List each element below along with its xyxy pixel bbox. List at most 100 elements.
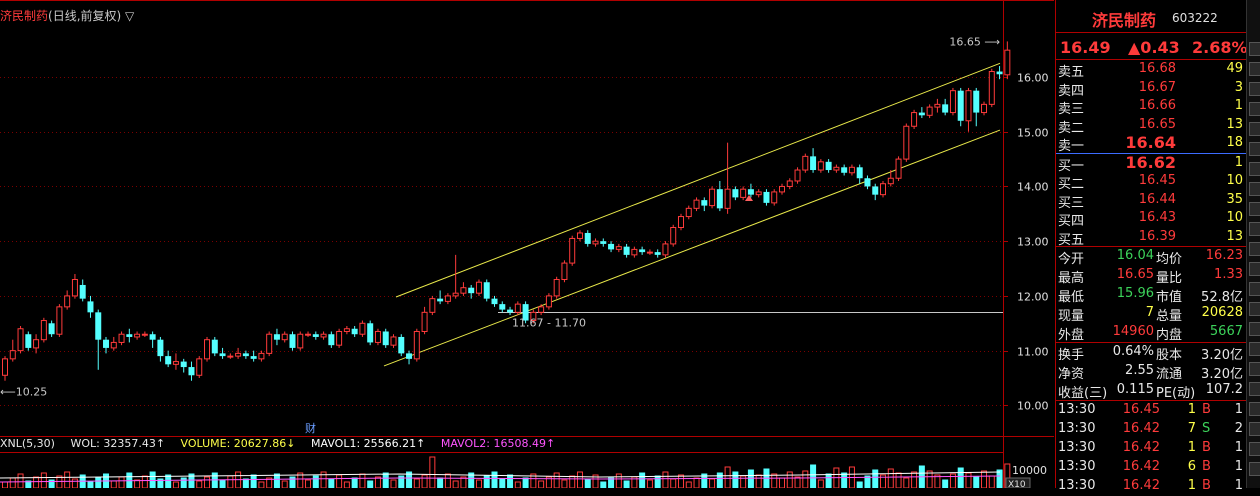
volume-bar	[646, 479, 653, 488]
toolbar-button[interactable]	[1249, 142, 1260, 156]
stock-name-label: 济民制药	[0, 9, 49, 23]
tick-list[interactable]: 13:30 16.45 1 B 1 13:30 16.42 7 S 2 13:30 16.42 1 B…	[1056, 401, 1247, 496]
candle-body	[732, 189, 739, 198]
tick-side: S	[1202, 421, 1211, 436]
ask-label: 卖五	[1058, 65, 1085, 80]
volume-bar	[483, 475, 490, 488]
toolbar-button[interactable]	[1249, 82, 1260, 96]
range-label: 11.67 - 11.70	[512, 317, 586, 330]
toolbar-button[interactable]	[1249, 262, 1260, 276]
toolbar-button[interactable]	[1249, 282, 1260, 296]
candle-body	[64, 295, 71, 308]
candle-body	[211, 339, 218, 354]
toolbar-button[interactable]	[1249, 302, 1260, 316]
candle-body	[786, 180, 793, 187]
candle-body	[747, 189, 754, 195]
stat-value: 107.2	[1205, 382, 1243, 397]
ask-row-4: 卖四 16.67 3	[1056, 79, 1247, 99]
volume-bar	[802, 470, 809, 488]
stat-label: 最低	[1058, 290, 1085, 305]
volume-bar	[724, 466, 731, 488]
volume-bar	[196, 480, 203, 488]
toolbar-button[interactable]	[1249, 322, 1260, 336]
mode-dropdown-icon[interactable]: ▽	[125, 9, 134, 23]
volume-bar	[685, 481, 692, 488]
toolbar-button[interactable]	[1249, 182, 1260, 196]
toolbar-button[interactable]	[1249, 122, 1260, 136]
stat-value: 20628	[1201, 305, 1243, 320]
toolbar-button[interactable]	[1249, 42, 1260, 56]
tick-price: 16.42	[1122, 478, 1160, 493]
stat-value: 3.20亿	[1201, 367, 1243, 382]
toolbar-button[interactable]	[1249, 222, 1260, 236]
stat-label: 最高	[1058, 271, 1085, 286]
volume-bar	[981, 470, 988, 488]
candle-body	[740, 188, 747, 198]
toolbar-button[interactable]	[1249, 202, 1260, 216]
candle-body	[491, 298, 498, 305]
bid-label: 买三	[1058, 195, 1085, 211]
toolbar-button[interactable]	[1249, 382, 1260, 396]
candle-body	[56, 306, 63, 335]
stat-row: 外盘 14960 内盘 5667	[1056, 323, 1247, 343]
candle-body	[475, 281, 482, 294]
ask-volume: 3	[1234, 79, 1243, 95]
volume-bar	[639, 472, 646, 488]
kline-chart[interactable]: 16.00 15.00 14.00 13.00 12.00 11.00 10.00 16.65…	[0, 0, 1054, 488]
candle-body	[227, 355, 234, 358]
toolbar-button[interactable]	[1249, 342, 1260, 356]
bid-row-3: 买三 16.44 35	[1056, 191, 1247, 211]
volume-bar	[957, 467, 964, 488]
candle-body	[281, 333, 288, 341]
bid-price: 16.44	[1138, 191, 1176, 207]
volume-bar	[180, 477, 187, 488]
candle-body	[235, 352, 242, 357]
candle-body	[1004, 49, 1011, 76]
toolbar-button[interactable]	[1249, 242, 1260, 256]
volume-bar	[988, 475, 995, 488]
toolbar-button[interactable]	[1249, 462, 1260, 476]
tick-volume: 1	[1187, 440, 1196, 455]
candle-body	[631, 248, 638, 256]
tick-time: 13:30	[1058, 440, 1096, 455]
candle-body	[934, 103, 941, 108]
candle-body	[273, 334, 280, 340]
candle-body	[600, 241, 607, 244]
stat-value: 0.115	[1116, 382, 1154, 397]
candle-body	[677, 216, 684, 228]
candle-body	[709, 188, 716, 207]
kline-svg[interactable]: 16.00 15.00 14.00 13.00 12.00 11.00 10.00 16.65…	[0, 0, 1054, 488]
candle-body	[996, 71, 1003, 75]
indicator-name[interactable]: XNL(5,30)	[0, 437, 55, 450]
ask-volume: 1	[1234, 98, 1243, 113]
candle-body	[833, 166, 840, 171]
toolbar-button[interactable]	[1249, 422, 1260, 436]
candle-body	[654, 252, 661, 255]
candle-body	[95, 312, 102, 340]
quote-panel: 济民制药 603222 16.49 ▲0.43 2.68% 卖五 16.68 49 …	[1055, 0, 1248, 493]
toolbar-button[interactable]	[1249, 62, 1260, 76]
candle-body	[118, 333, 125, 343]
candle-body	[981, 103, 988, 114]
stat-label: 现量	[1058, 309, 1085, 324]
toolbar-button[interactable]	[1249, 102, 1260, 116]
toolbar-button[interactable]	[1249, 442, 1260, 456]
candle-body	[359, 322, 366, 335]
candle-body	[204, 339, 211, 360]
toolbar-button[interactable]	[1249, 162, 1260, 176]
candle-body	[79, 284, 86, 299]
candle-body	[810, 156, 817, 171]
candle-body	[165, 356, 172, 365]
candle-body	[817, 161, 824, 171]
volume-bar	[118, 476, 125, 488]
tick-row: 13:30 16.42 1 B 1	[1056, 439, 1247, 458]
volume-bar	[662, 471, 669, 488]
toolbar-button[interactable]	[1249, 362, 1260, 376]
volume-bar	[211, 472, 218, 488]
side-toolbar[interactable]	[1246, 0, 1260, 488]
tick-row: 13:30 16.42 6 B 1	[1056, 458, 1247, 477]
candle-body	[701, 200, 708, 206]
toolbar-button[interactable]	[1249, 402, 1260, 416]
volume-bar	[367, 480, 374, 488]
candle-body	[825, 161, 832, 171]
